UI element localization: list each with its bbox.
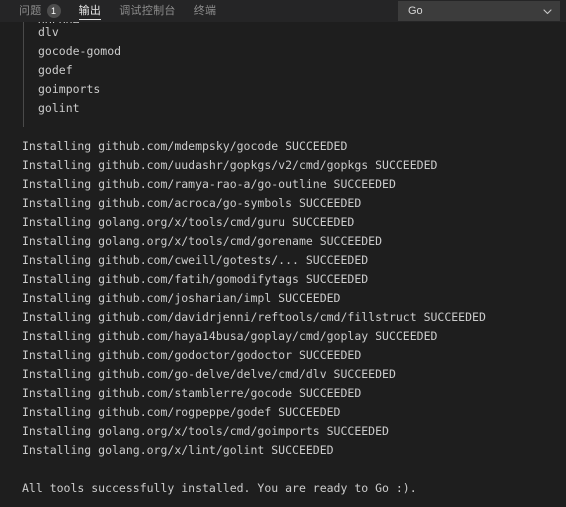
log-line: Installing github.com/stamblerre/gocode … xyxy=(22,386,362,400)
log-line: godef xyxy=(38,63,73,77)
tab-terminal[interactable]: 终端 xyxy=(185,0,226,22)
log-line: Installing github.com/go-delve/delve/cmd… xyxy=(22,367,396,381)
tab-label: 终端 xyxy=(193,4,217,17)
output-log-view[interactable]: gocode dlv gocode-gomod godef goimports golin… xyxy=(0,22,566,507)
log-line: goimports xyxy=(38,82,101,96)
output-channel-value: Go xyxy=(408,4,423,17)
panel-tab-strip: 问题 1 输出 调试控制台 终端 xyxy=(0,0,225,22)
log-line: Installing github.com/acroca/go-symbols … xyxy=(22,196,362,210)
log-line: dlv xyxy=(38,25,59,39)
log-line: Installing github.com/godoctor/godoctor … xyxy=(22,348,362,362)
tab-debug-console[interactable]: 调试控制台 xyxy=(110,0,185,22)
tab-badge-count: 1 xyxy=(46,4,61,18)
panel-header: 问题 1 输出 调试控制台 终端 Go xyxy=(0,0,566,22)
log-line: Installing github.com/mdempsky/gocode SU… xyxy=(22,139,348,153)
log-line: Installing github.com/josharian/impl SUC… xyxy=(22,291,341,305)
log-line: Installing golang.org/x/lint/golint SUCC… xyxy=(22,443,334,457)
indent-guide xyxy=(23,22,24,127)
chevron-down-icon xyxy=(542,6,553,17)
log-line: golint xyxy=(38,101,80,115)
log-line: gocode-gomod xyxy=(38,44,122,58)
log-line: All tools successfully installed. You ar… xyxy=(22,481,417,495)
log-line: Installing golang.org/x/tools/cmd/goimpo… xyxy=(22,424,389,438)
log-line: Installing github.com/davidrjenni/reftoo… xyxy=(22,310,486,324)
log-line-blank xyxy=(0,460,566,479)
tab-label: 输出 xyxy=(78,4,102,17)
tab-output[interactable]: 输出 xyxy=(70,0,111,22)
log-line: gocode xyxy=(0,22,566,23)
tab-problems[interactable]: 问题 1 xyxy=(10,0,70,22)
log-line: Installing golang.org/x/tools/cmd/gorena… xyxy=(22,234,383,248)
log-line: Installing github.com/fatih/gomodifytags… xyxy=(22,272,369,286)
tab-label: 问题 xyxy=(19,4,42,17)
log-line: Installing github.com/haya14busa/goplay/… xyxy=(22,329,438,343)
log-line: Installing github.com/cweill/gotests/...… xyxy=(22,253,369,267)
log-line: Installing github.com/ramya-rao-a/go-out… xyxy=(22,177,396,191)
log-line: Installing github.com/rogpeppe/godef SUC… xyxy=(22,405,341,419)
log-line: Installing golang.org/x/tools/cmd/guru S… xyxy=(22,215,355,229)
output-channel-select[interactable]: Go xyxy=(398,1,560,21)
tab-label: 调试控制台 xyxy=(119,4,176,17)
log-line: Installing github.com/uudashr/gopkgs/v2/… xyxy=(22,158,438,172)
log-line-blank xyxy=(0,118,566,137)
